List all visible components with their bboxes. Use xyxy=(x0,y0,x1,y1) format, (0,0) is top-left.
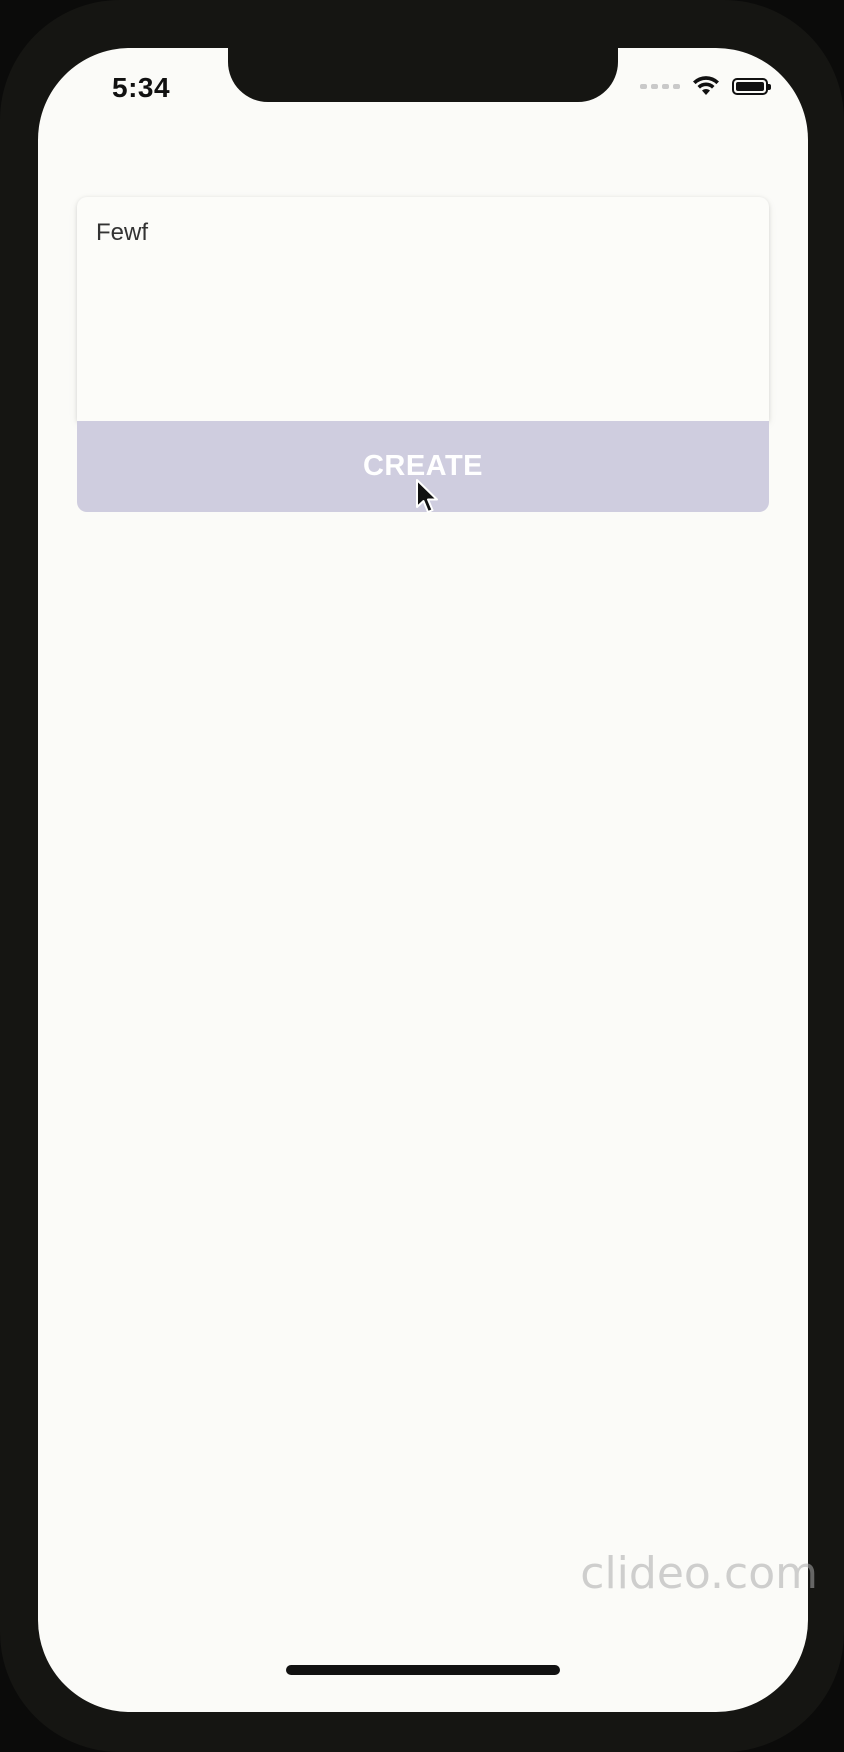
notch xyxy=(228,48,618,102)
note-input[interactable]: Fewf xyxy=(77,197,769,421)
status-icons xyxy=(640,76,771,96)
home-indicator[interactable] xyxy=(286,1665,560,1675)
mouse-cursor-icon xyxy=(416,479,438,513)
phone-screen: 5:34 Fewf CREATE xyxy=(38,48,808,1712)
battery-icon xyxy=(732,77,771,95)
watermark: clideo.com xyxy=(580,1548,818,1599)
cellular-signal-icon xyxy=(640,83,680,89)
wifi-icon xyxy=(693,76,719,95)
status-time: 5:34 xyxy=(112,72,171,103)
note-input-text: Fewf xyxy=(96,219,149,246)
phone-frame: 5:34 Fewf CREATE clideo.com xyxy=(0,0,844,1752)
